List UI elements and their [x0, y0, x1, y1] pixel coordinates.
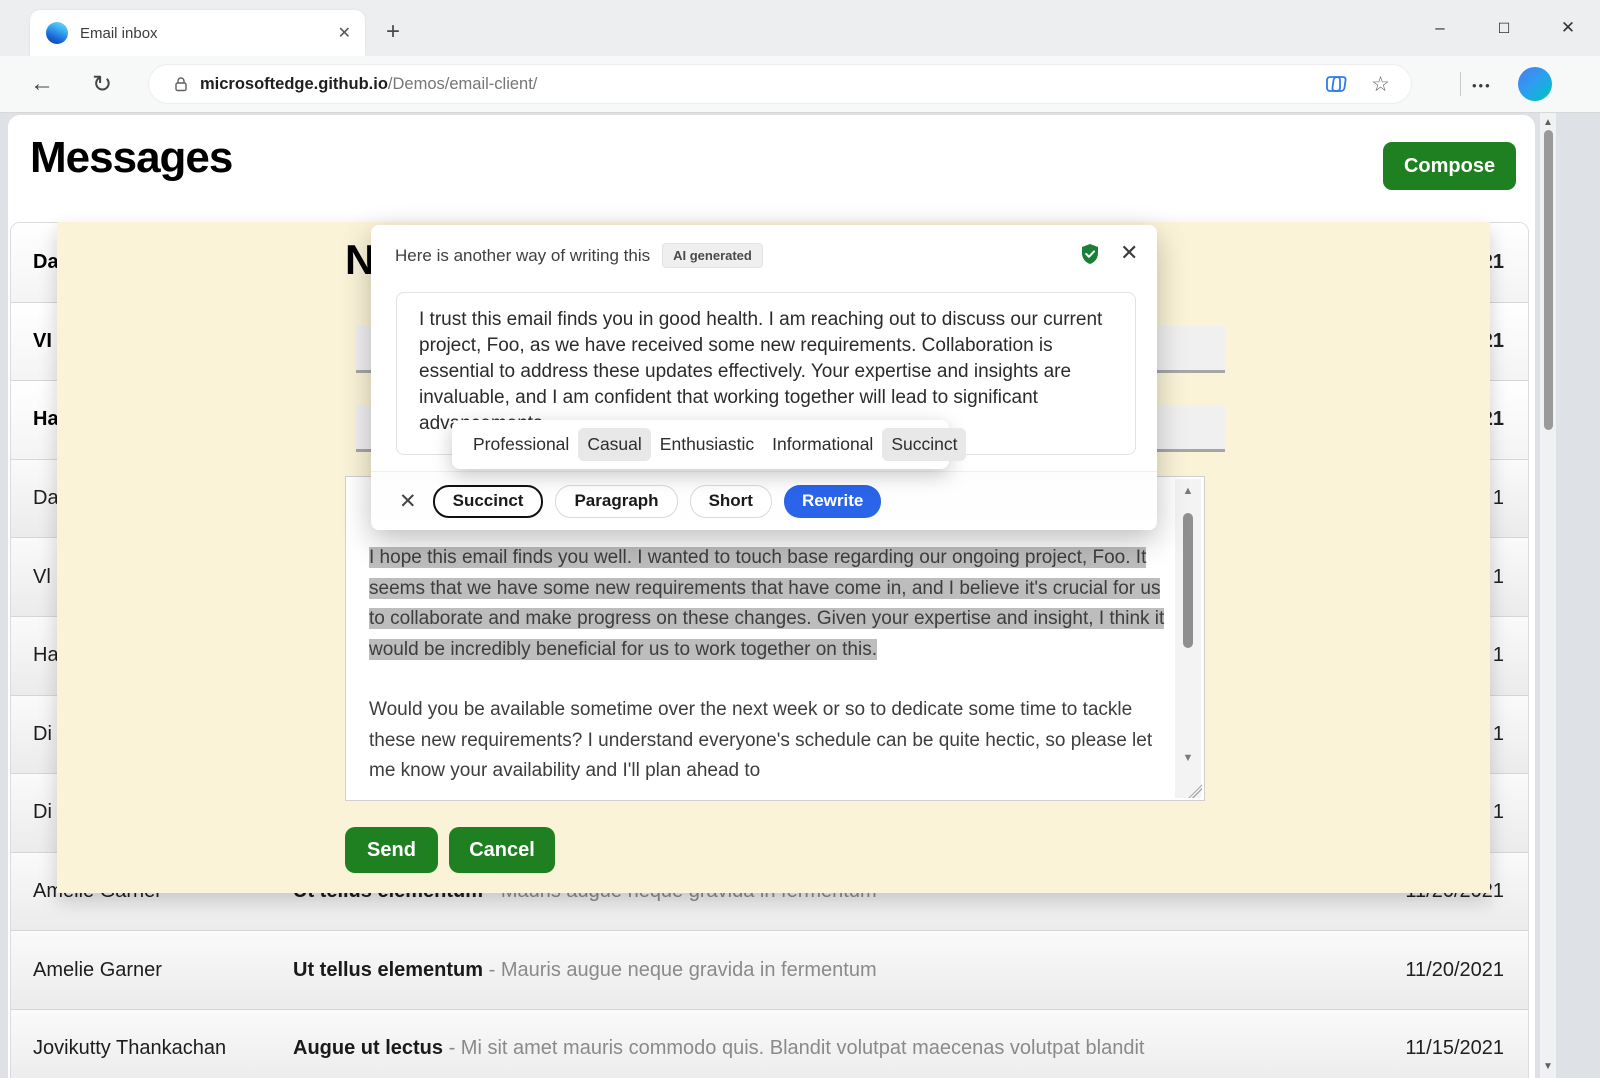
split-screen-icon[interactable]: [1325, 73, 1347, 95]
scroll-up-icon[interactable]: ▲: [1540, 117, 1556, 128]
back-icon[interactable]: ←: [30, 70, 54, 98]
page-scrollbar[interactable]: ▲ ▼: [1540, 113, 1556, 1078]
new-tab-icon[interactable]: +: [386, 20, 400, 44]
toolbar-divider: [1460, 72, 1461, 96]
tone-informational[interactable]: Informational: [763, 428, 882, 461]
tone-professional[interactable]: Professional: [464, 428, 578, 461]
chip-succinct[interactable]: Succinct: [433, 485, 544, 518]
email-sender: Amelie Garner: [33, 959, 278, 982]
body-paragraph: Would you be available sometime over the…: [369, 695, 1169, 787]
tab-close-icon[interactable]: ✕: [338, 23, 351, 43]
cancel-button[interactable]: Cancel: [449, 827, 555, 873]
send-button[interactable]: Send: [345, 827, 438, 873]
chip-paragraph[interactable]: Paragraph: [555, 485, 677, 518]
scroll-down-icon[interactable]: ▼: [1175, 752, 1201, 764]
favorites-star-icon[interactable]: ☆: [1371, 72, 1390, 97]
shield-check-icon: [1078, 242, 1102, 266]
close-window-button[interactable]: ✕: [1536, 18, 1600, 38]
browser-window: Email inbox ✕ + – ☐ ✕ ← ↻ microsoftedge.…: [0, 0, 1600, 1078]
copilot-icon[interactable]: [1518, 67, 1552, 101]
tone-enthusiastic[interactable]: Enthusiastic: [651, 428, 763, 461]
popup-close-icon[interactable]: ✕: [1120, 240, 1138, 266]
email-sender: Jovikutty Thankachan: [33, 1037, 278, 1060]
tab-email-inbox[interactable]: Email inbox ✕: [30, 10, 365, 56]
email-date: 11/15/2021: [1405, 1037, 1504, 1060]
selected-text: I hope this email finds you well. I want…: [369, 547, 1164, 660]
message-body-text: I hope this email finds you well. I want…: [369, 543, 1169, 787]
scroll-up-icon[interactable]: ▲: [1175, 485, 1201, 497]
email-date: 11/20/2021: [1405, 959, 1504, 982]
rewrite-actions: ✕ Succinct Paragraph Short Rewrite: [371, 471, 1157, 530]
email-subject: Ut tellus elementum: [293, 959, 483, 981]
email-date: 1: [1493, 801, 1504, 824]
rewrite-popup-title: Here is another way of writing this: [395, 246, 650, 266]
email-preview: Mi sit amet mauris commodo quis. Blandit…: [461, 1037, 1145, 1059]
compose-button[interactable]: Compose: [1383, 142, 1516, 190]
rewrite-popup: Here is another way of writing this AI g…: [371, 225, 1157, 530]
resize-grip[interactable]: [1188, 784, 1202, 798]
tone-succinct[interactable]: Succinct: [882, 428, 966, 461]
minimize-button[interactable]: –: [1408, 18, 1472, 38]
url-path: /Demos/email-client/: [388, 75, 537, 94]
textarea-scrollbar[interactable]: ▲ ▼: [1175, 479, 1201, 798]
email-row[interactable]: Amelie Garner Ut tellus elementum - Maur…: [11, 930, 1528, 1009]
refresh-icon[interactable]: ↻: [92, 70, 112, 99]
tab-strip: Email inbox ✕ + – ☐ ✕: [0, 0, 1600, 56]
tone-casual[interactable]: Casual: [578, 428, 650, 461]
maximize-button[interactable]: ☐: [1472, 20, 1536, 37]
browser-toolbar: ← ↻ microsoftedge.github.io/Demos/email-…: [0, 56, 1600, 113]
scroll-down-icon[interactable]: ▼: [1540, 1061, 1556, 1072]
chip-short[interactable]: Short: [690, 485, 772, 518]
web-page: Messages Compose Da - 21 VI - 21 Ha - 21…: [8, 115, 1535, 1078]
ai-generated-badge: AI generated: [662, 243, 763, 268]
address-bar[interactable]: microsoftedge.github.io/Demos/email-clie…: [148, 64, 1412, 104]
page-title: Messages: [30, 133, 232, 183]
suggestion-text: I trust this email finds you in good hea…: [419, 307, 1119, 437]
tab-title: Email inbox: [80, 25, 158, 42]
url-host: microsoftedge.github.io: [200, 75, 388, 94]
email-date: 1: [1493, 566, 1504, 589]
rewrite-button[interactable]: Rewrite: [784, 485, 881, 518]
email-preview: Mauris augue neque gravida in fermentum: [501, 959, 877, 981]
page-scroll-thumb[interactable]: [1544, 130, 1553, 430]
email-date: 1: [1493, 644, 1504, 667]
email-date: 1: [1493, 723, 1504, 746]
lock-icon: [172, 75, 190, 93]
edge-favicon-icon: [46, 22, 68, 44]
dismiss-icon[interactable]: ✕: [399, 489, 417, 514]
textarea-scroll-thumb[interactable]: [1183, 513, 1193, 648]
email-row[interactable]: Jovikutty Thankachan Augue ut lectus - M…: [11, 1009, 1528, 1078]
email-date: 1: [1493, 487, 1504, 510]
tone-menu: Professional Casual Enthusiastic Informa…: [452, 420, 949, 469]
email-subject: Augue ut lectus: [293, 1037, 443, 1059]
settings-menu-icon[interactable]: •••: [1472, 78, 1492, 93]
